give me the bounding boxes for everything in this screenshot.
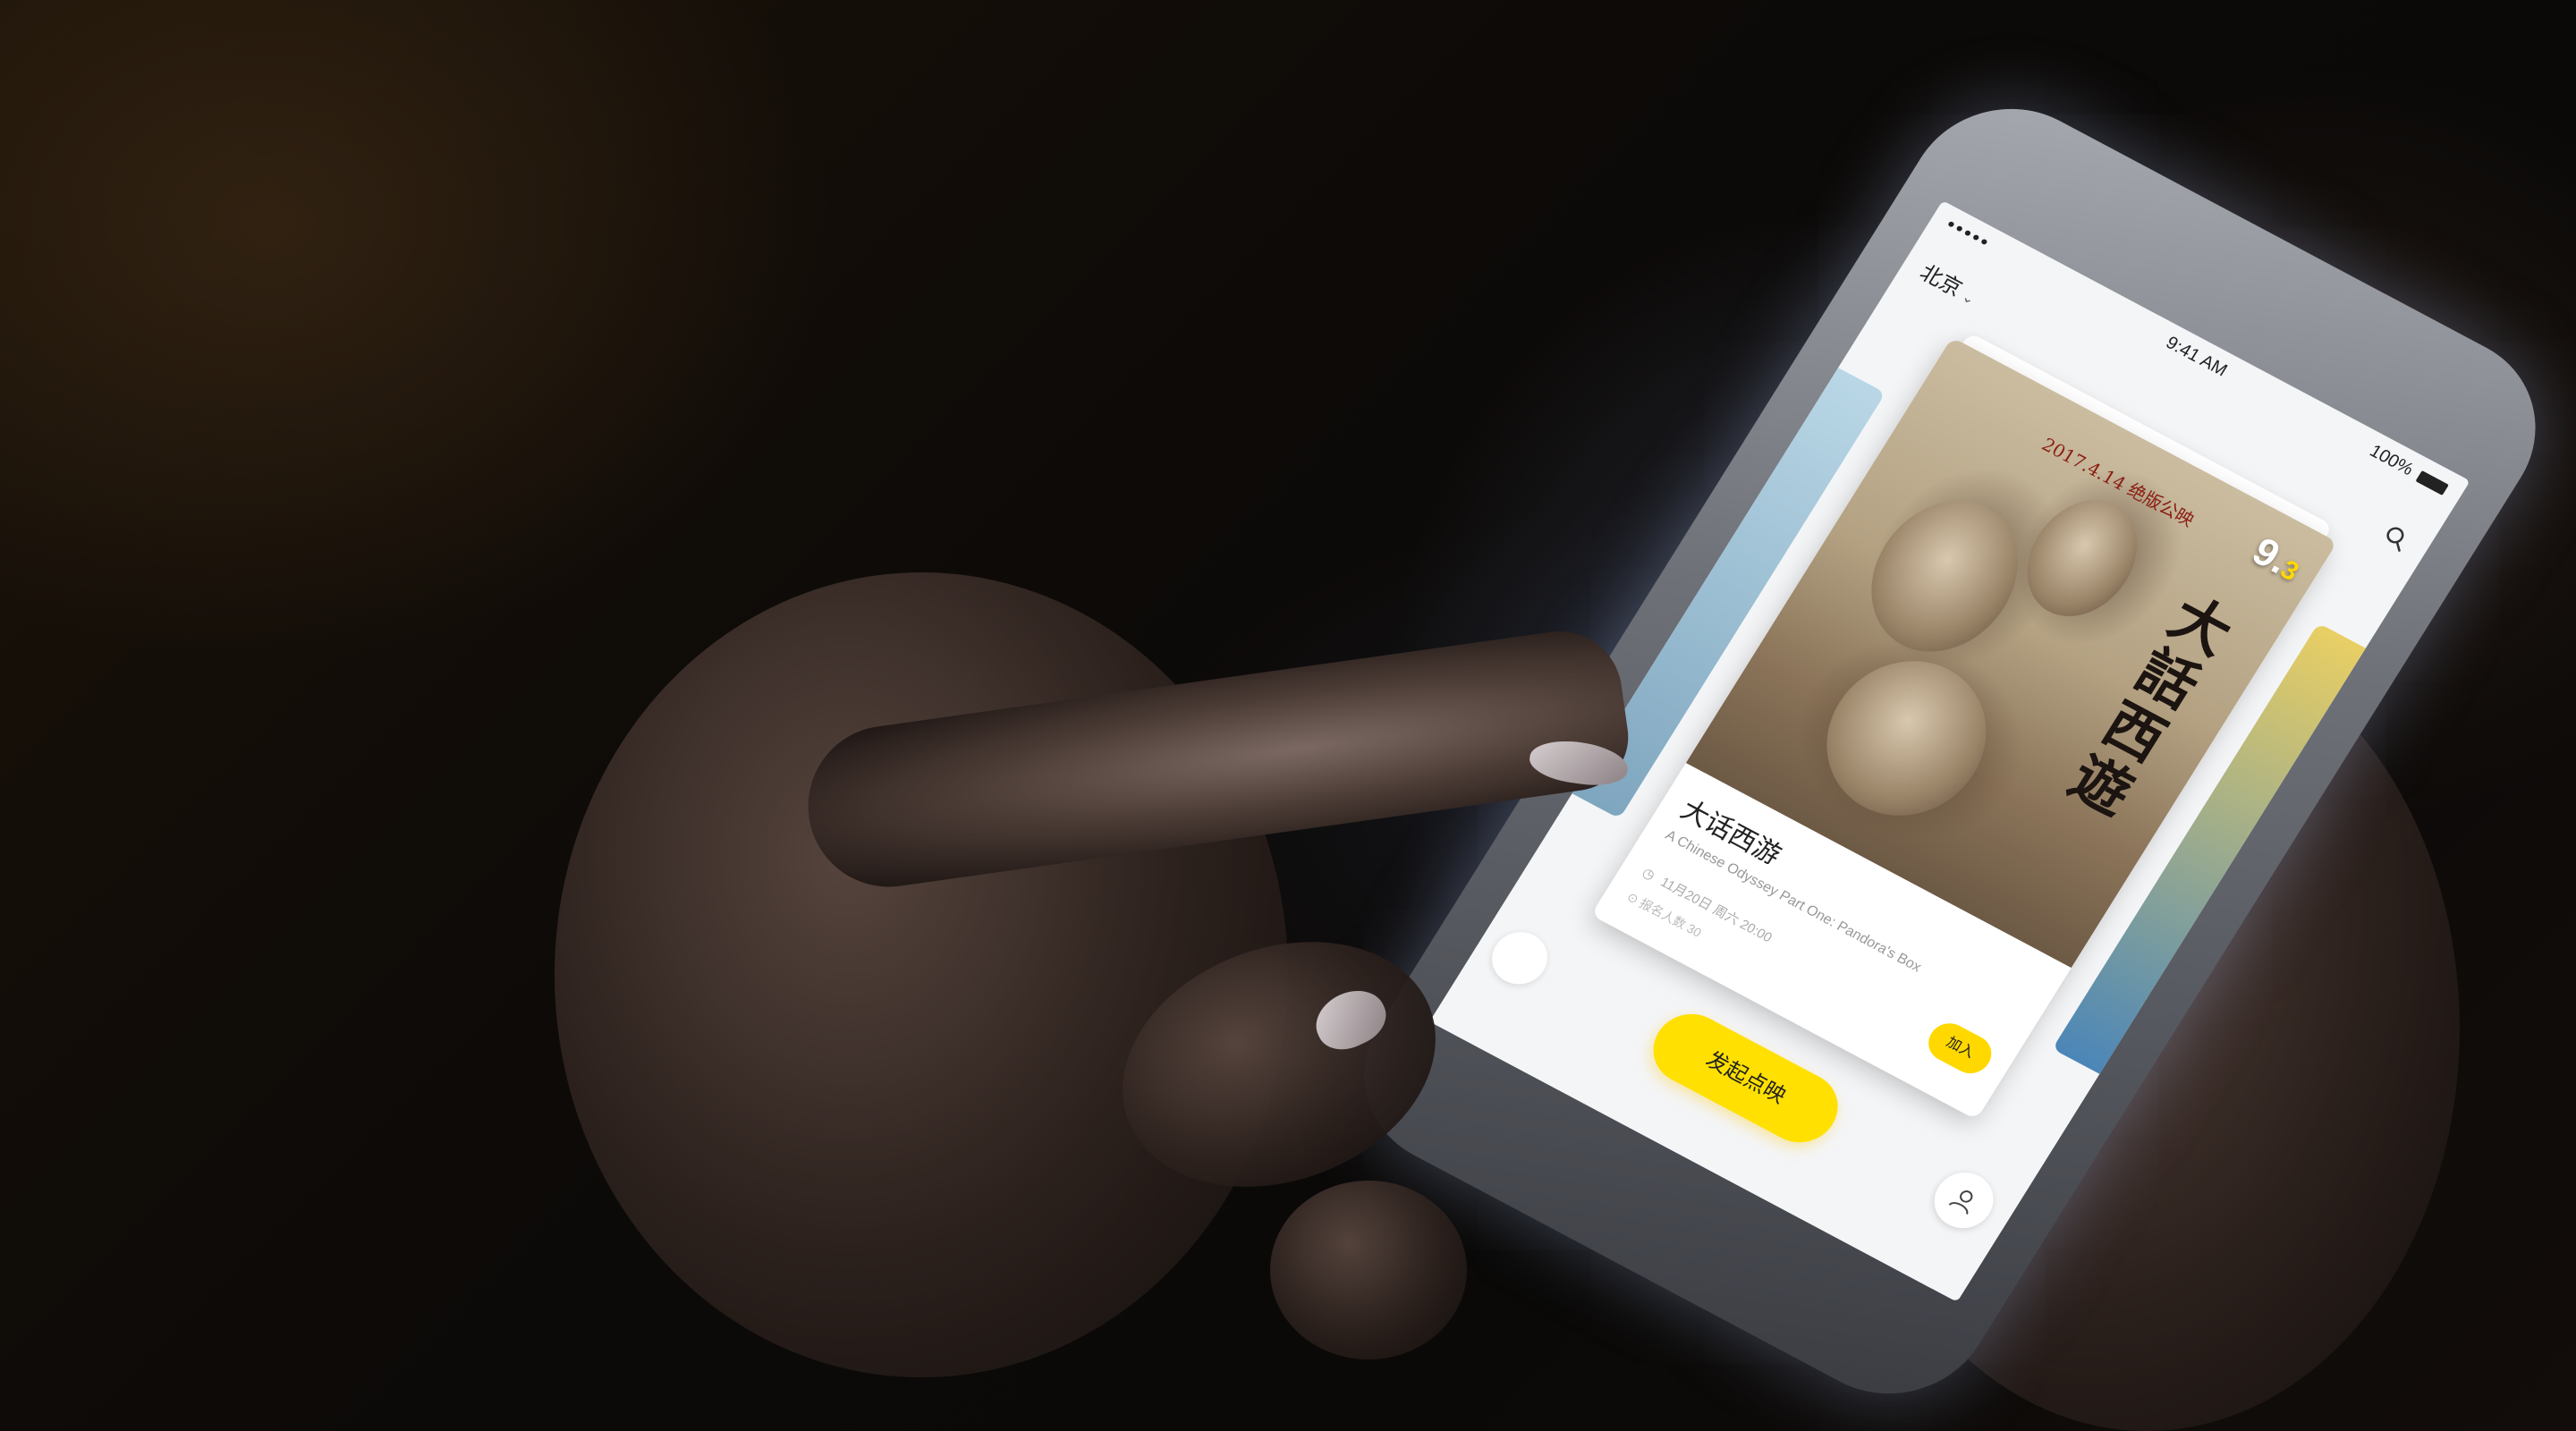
chevron-down-icon: ⌄: [1959, 289, 1979, 309]
left-action-button[interactable]: [1481, 922, 1558, 994]
scene-background: ●●●●● 9:41 AM 100% 北京⌄ 2017.4.14 绝版公映 大話…: [0, 0, 2576, 1431]
battery-icon: [2415, 470, 2450, 495]
profile-button[interactable]: [1923, 1162, 2004, 1239]
profile-icon: [1948, 1190, 1973, 1215]
clock-icon: ◷: [1639, 865, 1658, 884]
city-label: 北京: [1915, 260, 1967, 301]
poster-face: [1796, 634, 2017, 843]
battery-percent: 100%: [2366, 441, 2418, 480]
poster-face: [1843, 476, 2047, 677]
city-selector[interactable]: 北京⌄: [1915, 255, 1985, 309]
lower-finger: [1270, 1181, 1467, 1359]
